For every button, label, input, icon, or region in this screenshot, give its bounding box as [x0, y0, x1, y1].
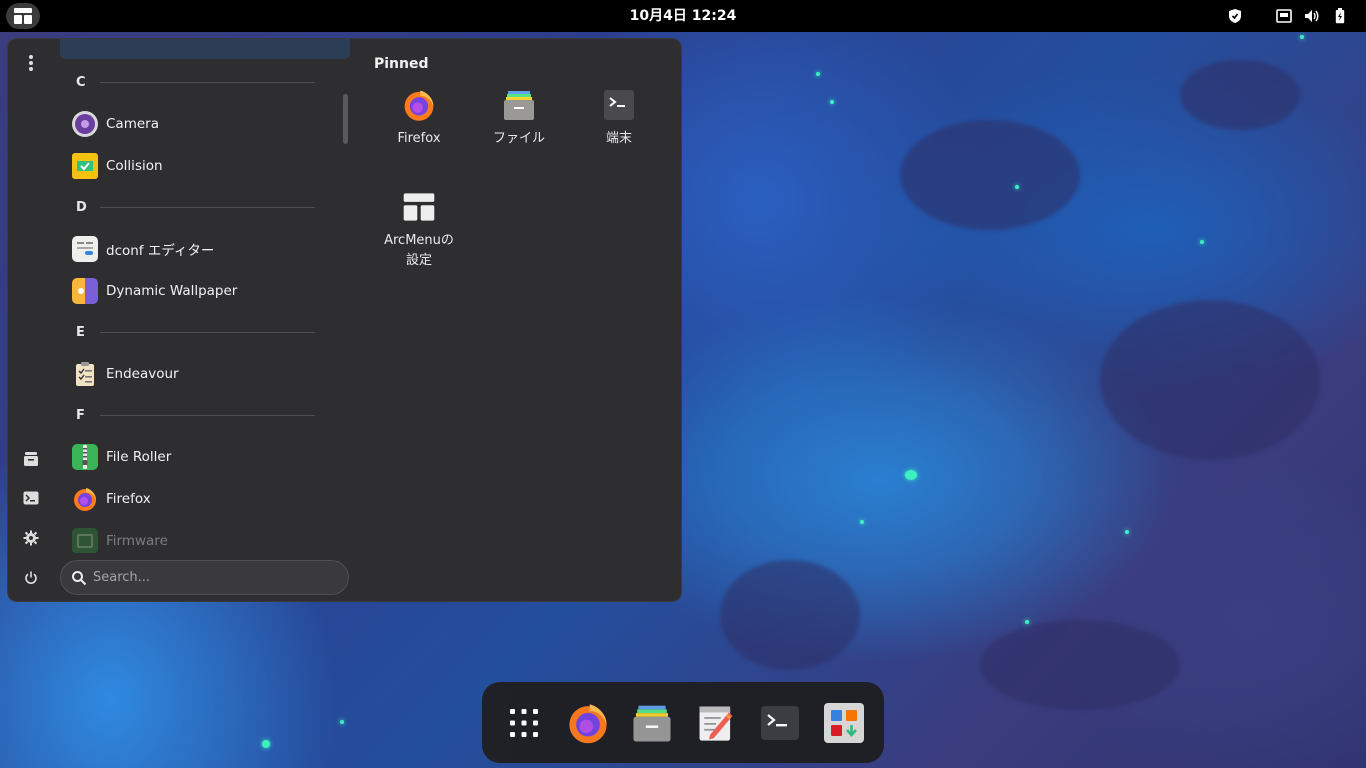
- wallpaper-sparkle: [1200, 240, 1204, 244]
- wallpaper-sparkle: [830, 100, 834, 104]
- app-item-endeavour[interactable]: Endeavour: [72, 358, 179, 390]
- dynamic-wallpaper-icon: [72, 278, 98, 304]
- pinned-label: Firefox: [397, 131, 441, 146]
- dock-firefox[interactable]: [565, 700, 611, 746]
- terminal-icon: [601, 87, 637, 123]
- section-divider: [100, 207, 315, 208]
- pinned-label-line2: 設定: [405, 253, 432, 268]
- files-icon: [633, 705, 671, 742]
- section-divider: [100, 415, 315, 416]
- pinned-item-terminal[interactable]: 端末: [574, 87, 664, 149]
- endeavour-icon: [72, 361, 98, 387]
- sidebar-terminal-button[interactable]: [20, 487, 42, 509]
- dock-software[interactable]: [821, 700, 867, 746]
- settings-icon: [23, 530, 39, 546]
- pinned-item-arcmenu-settings[interactable]: ArcMenuの 設定: [374, 189, 464, 271]
- more-options-button[interactable]: [20, 52, 42, 74]
- arcmenu-panel: C Camera Collision D dconf エディター Dynamic…: [7, 38, 682, 602]
- pinned-label: ArcMenuの 設定: [384, 231, 454, 271]
- section-divider: [100, 332, 315, 333]
- app-item-firmware[interactable]: Firmware: [72, 525, 168, 553]
- wallpaper-shape: [1180, 60, 1300, 130]
- pinned-label: ファイル: [492, 131, 545, 146]
- app-list-scrollbar[interactable]: [343, 94, 348, 144]
- arcmenu-icon: [401, 189, 437, 225]
- app-label: Camera: [106, 116, 159, 132]
- wallpaper-sparkle: [262, 740, 270, 748]
- firefox-icon: [72, 486, 98, 512]
- search-input[interactable]: [93, 570, 323, 585]
- network-icon[interactable]: [1275, 7, 1293, 25]
- list-item-partial[interactable]: [60, 39, 350, 59]
- wallpaper-shape: [900, 120, 1080, 230]
- app-grid-icon: [510, 709, 538, 737]
- power-icon: [25, 571, 37, 584]
- app-item-firefox[interactable]: Firefox: [72, 483, 151, 515]
- dock-files[interactable]: [629, 700, 675, 746]
- camera-icon: [72, 111, 98, 137]
- terminal-icon: [23, 491, 39, 505]
- collision-icon: [72, 153, 98, 179]
- section-header-c: C: [76, 75, 86, 90]
- firefox-icon: [401, 87, 437, 123]
- wallpaper-shape: [1100, 300, 1320, 460]
- search-box[interactable]: [60, 560, 349, 595]
- search-icon: [72, 570, 87, 585]
- more-options-icon: [29, 55, 33, 71]
- pinned-label: 端末: [605, 131, 632, 146]
- clock[interactable]: 10月4日 12:24: [0, 0, 1366, 32]
- wallpaper-sparkle: [816, 72, 820, 76]
- app-item-file-roller[interactable]: File Roller: [72, 441, 171, 473]
- app-item-dconf-editor[interactable]: dconf エディター: [72, 233, 214, 265]
- wallpaper-sparkle: [905, 470, 917, 480]
- firmware-icon: [72, 528, 98, 553]
- wallpaper-sparkle: [1015, 185, 1019, 189]
- app-item-collision[interactable]: Collision: [72, 150, 163, 182]
- app-label: Collision: [106, 158, 163, 174]
- section-header-e: E: [76, 325, 85, 340]
- sidebar-files-button[interactable]: [20, 448, 42, 470]
- section-divider: [100, 82, 315, 83]
- app-label: Firefox: [106, 491, 151, 507]
- wallpaper-sparkle: [1125, 530, 1129, 534]
- app-label: Firmware: [106, 533, 168, 549]
- power-button[interactable]: [20, 567, 42, 589]
- app-item-camera[interactable]: Camera: [72, 108, 159, 140]
- pinned-title: Pinned: [374, 56, 429, 72]
- pinned-label-line1: ArcMenuの: [384, 233, 454, 248]
- pinned-item-firefox[interactable]: Firefox: [374, 87, 464, 149]
- text-editor-icon: [699, 706, 733, 741]
- wallpaper-shape: [980, 620, 1180, 710]
- wallpaper-sparkle: [860, 520, 864, 524]
- app-label: File Roller: [106, 449, 172, 465]
- files-icon: [501, 87, 537, 123]
- pinned-item-files[interactable]: ファイル: [474, 87, 564, 149]
- app-item-dynamic-wallpaper[interactable]: Dynamic Wallpaper: [72, 275, 237, 307]
- dock-app-grid-button[interactable]: [501, 700, 547, 746]
- dock: [482, 682, 884, 763]
- firefox-icon: [569, 704, 607, 744]
- dock-text-editor[interactable]: [693, 700, 739, 746]
- wallpaper-sparkle: [1300, 35, 1304, 39]
- wallpaper-sparkle: [340, 720, 344, 724]
- sidebar-settings-button[interactable]: [20, 527, 42, 549]
- section-header-f: F: [76, 408, 85, 423]
- app-list[interactable]: C Camera Collision D dconf エディター Dynamic…: [60, 39, 350, 553]
- battery-icon[interactable]: [1333, 7, 1347, 25]
- dconf-editor-icon: [72, 236, 98, 262]
- wallpaper-sparkle: [1025, 620, 1029, 624]
- volume-icon[interactable]: [1303, 7, 1321, 25]
- file-roller-icon: [72, 444, 98, 470]
- app-label: dconf エディター: [106, 243, 215, 259]
- wallpaper-shape: [720, 560, 860, 670]
- dock-terminal[interactable]: [757, 700, 803, 746]
- software-icon: [824, 703, 864, 743]
- top-bar: 10月4日 12:24: [0, 0, 1366, 32]
- app-label: Endeavour: [106, 366, 179, 382]
- section-header-d: D: [76, 200, 87, 215]
- app-label: Dynamic Wallpaper: [106, 283, 238, 299]
- shield-icon[interactable]: [1227, 7, 1243, 25]
- terminal-icon: [761, 706, 799, 740]
- files-icon: [24, 452, 38, 466]
